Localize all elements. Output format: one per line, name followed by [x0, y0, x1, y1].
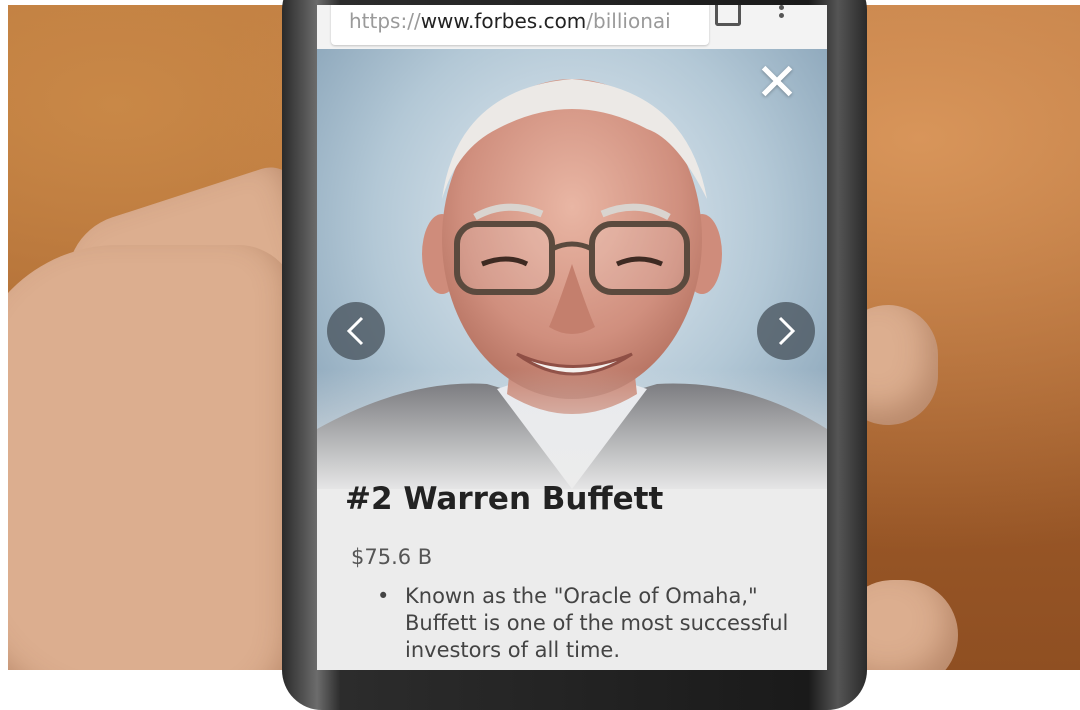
url-host: www.forbes.com	[420, 9, 587, 33]
phone-screen: https://www.forbes.com/billionai ✕ #2 Wa…	[317, 5, 827, 670]
tab-switcher-icon[interactable]	[715, 5, 741, 26]
previous-button[interactable]	[327, 302, 385, 360]
browser-toolbar: https://www.forbes.com/billionai	[317, 5, 827, 49]
profile-photo: ✕	[317, 49, 827, 489]
next-button[interactable]	[757, 302, 815, 360]
photo-fade	[317, 369, 827, 489]
bullet-icon: •	[377, 584, 390, 608]
list-item: • Known as the "Oracle of Omaha," Buffett…	[373, 583, 803, 664]
profile-name-heading: #2 Warren Buffett	[345, 481, 664, 517]
profile-facts-list: • Known as the "Oracle of Omaha," Buffett…	[373, 583, 803, 664]
url-scheme: https://	[349, 9, 421, 33]
overflow-menu-icon[interactable]	[779, 5, 785, 25]
net-worth-value: $75.6 B	[351, 545, 433, 569]
close-button[interactable]: ✕	[753, 57, 801, 109]
fact-text: Known as the "Oracle of Omaha," Buffett …	[405, 584, 789, 662]
hand-palm	[8, 245, 298, 670]
chevron-right-icon	[778, 316, 796, 346]
chevron-left-icon	[346, 316, 364, 346]
address-bar[interactable]: https://www.forbes.com/billionai	[331, 5, 709, 45]
url-path: /billionai	[586, 9, 671, 33]
